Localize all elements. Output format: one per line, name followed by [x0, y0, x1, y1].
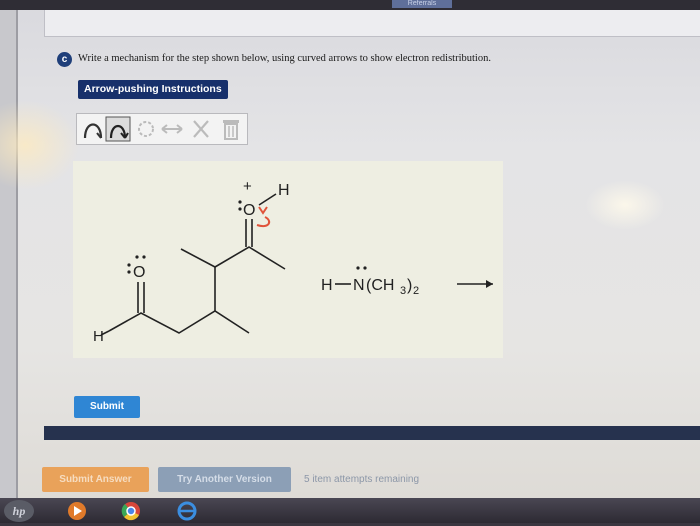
try-another-version-button[interactable]: Try Another Version — [158, 467, 291, 492]
delete-x-icon[interactable] — [189, 114, 213, 144]
resonance-arrow-icon[interactable] — [159, 114, 185, 144]
submit-answer-button[interactable]: Submit Answer — [42, 467, 149, 492]
curved-arrow-icon[interactable] — [256, 216, 271, 227]
aldehyde-oxygen: O — [133, 264, 145, 281]
oxonium-oxygen: O — [243, 202, 255, 219]
skeleton-bond-ketone — [214, 246, 286, 270]
lone-pair-dot — [142, 255, 146, 259]
oxonium-h-bond — [258, 193, 277, 206]
plus-charge: + — [243, 178, 252, 195]
arrow-pushing-instructions-button[interactable]: Arrow-pushing Instructions — [78, 80, 228, 99]
molecule-drawing: + O H O H H N (CH 3 ) 2 — [93, 178, 493, 345]
attempts-remaining-text: 5 item attempts remaining — [304, 474, 420, 485]
aldehyde-double-bond — [137, 282, 145, 313]
lone-pair-dot — [356, 266, 360, 270]
amine-subscript-2: 2 — [413, 285, 419, 297]
lone-pair-dot — [363, 266, 367, 270]
curved-arrow-head-icon — [258, 206, 268, 215]
browser-top-bar — [0, 0, 700, 10]
internet-explorer-icon[interactable] — [176, 501, 198, 521]
lone-pair-dot — [238, 200, 242, 204]
drawing-toolbar — [76, 113, 248, 145]
screen-glare — [585, 180, 665, 230]
hp-logo-icon[interactable]: hp — [4, 500, 34, 522]
amine-subscript: 3 — [400, 285, 406, 297]
amine-hydrogen: H — [321, 277, 333, 294]
skeleton-bond-chain — [108, 310, 250, 334]
drawing-canvas[interactable]: + O H O H H N (CH 3 ) 2 — [73, 161, 503, 358]
lasso-icon[interactable] — [135, 114, 157, 144]
double-barb-arrow-icon[interactable] — [105, 114, 131, 144]
left-panel — [0, 10, 16, 498]
screen: Referrals c Write a mechanism for the st… — [0, 0, 700, 498]
media-player-icon[interactable] — [66, 501, 88, 521]
lone-pair-dot — [238, 207, 242, 211]
lone-pair-dot — [135, 255, 139, 259]
question-text: Write a mechanism for the step shown bel… — [78, 53, 491, 64]
amine-nitrogen: N — [353, 277, 365, 294]
skeleton-bond-methyl — [180, 248, 216, 268]
lone-pair-dot — [127, 263, 131, 267]
single-barb-arrow-icon[interactable] — [81, 114, 105, 144]
reaction-arrowhead-icon — [486, 280, 493, 288]
taskbar — [0, 498, 700, 523]
lone-pair-dot — [127, 270, 131, 274]
browser-tab[interactable]: Referrals — [392, 0, 452, 8]
aldehyde-hydrogen: H — [93, 328, 104, 345]
trash-icon[interactable] — [219, 114, 243, 144]
header-box — [44, 10, 700, 37]
chrome-icon[interactable] — [120, 501, 142, 521]
question-badge: c — [57, 52, 72, 67]
amine-group-label: (CH — [366, 277, 394, 294]
amine-group-close: ) — [407, 277, 412, 294]
oxonium-hydrogen: H — [278, 182, 290, 199]
section-divider-band — [44, 426, 700, 440]
submit-button[interactable]: Submit — [74, 396, 140, 418]
oxonium-double-bond — [245, 219, 253, 247]
left-divider — [16, 10, 18, 498]
